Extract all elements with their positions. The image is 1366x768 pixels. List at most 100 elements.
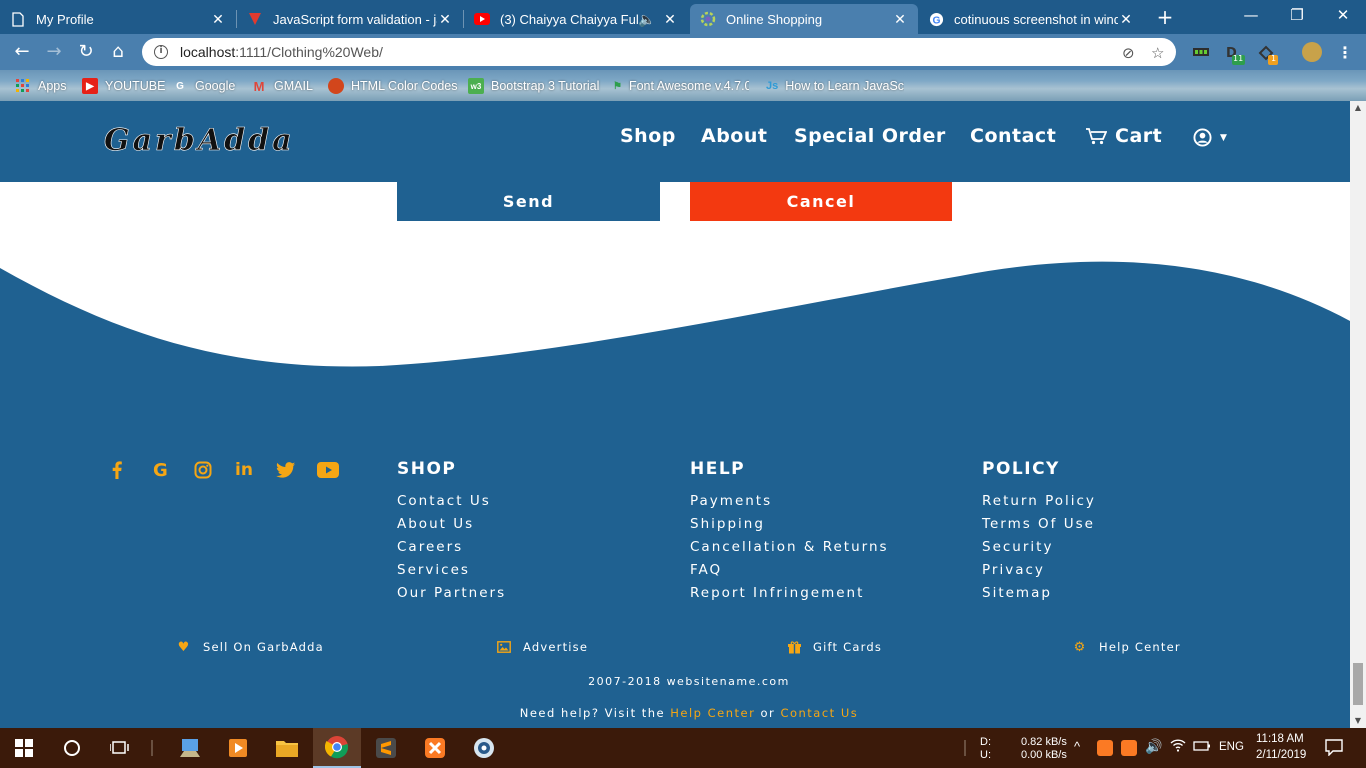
taskbar-app-chrome[interactable] — [313, 728, 361, 768]
site-logo[interactable]: GarbAdda — [104, 123, 295, 159]
taskbar-app-other[interactable] — [460, 728, 508, 768]
bookmark-html-color-codes[interactable]: HTML Color Codes — [328, 76, 458, 96]
linkedin-icon[interactable]: in — [235, 459, 276, 481]
page-scrollbar[interactable]: ▲ ▼ — [1350, 101, 1366, 728]
volume-icon[interactable]: 🔊 — [1145, 738, 1162, 755]
footer-link[interactable]: Payments — [690, 493, 889, 516]
show-hidden-icons-chevron-icon[interactable]: ^ — [1074, 739, 1080, 754]
tab-youtube[interactable]: (3) Chaiyya Chaiyya Full Vi 🔈 ✕ — [464, 4, 688, 34]
taskbar-app-xampp[interactable] — [411, 728, 459, 768]
nav-shop[interactable]: Shop — [620, 125, 676, 147]
advertise-link[interactable]: Advertise — [497, 640, 588, 654]
xampp-tray-icon-2[interactable] — [1121, 740, 1137, 756]
new-tab-button[interactable]: + — [1152, 6, 1178, 28]
forward-button[interactable]: → — [40, 39, 68, 65]
help-center-inline-link[interactable]: Help Center — [670, 706, 755, 720]
bookmarks-bar: Apps ▶ YOUTUBE G Google M GMAIL HTML Col… — [0, 70, 1366, 101]
footer-link[interactable]: Services — [397, 562, 506, 585]
footer-link[interactable]: Contact Us — [397, 493, 506, 516]
xampp-tray-icon[interactable] — [1097, 740, 1113, 756]
reload-button[interactable]: ↻ — [72, 39, 100, 65]
footer-link[interactable]: Shipping — [690, 516, 889, 539]
tab-my-profile[interactable]: My Profile ✕ — [0, 4, 236, 34]
minimize-button[interactable]: — — [1228, 0, 1274, 32]
tab-online-shopping[interactable]: Online Shopping ✕ — [690, 4, 918, 34]
taskbar-app-media[interactable] — [214, 728, 262, 768]
footer-link[interactable]: Our Partners — [397, 585, 506, 608]
nav-contact[interactable]: Contact — [970, 125, 1056, 147]
battery-icon[interactable] — [1193, 739, 1211, 756]
tab-js-validation[interactable]: JavaScript form validation - jav ✕ — [237, 4, 463, 34]
extension-icon-3[interactable]: 1 — [1258, 43, 1278, 65]
footer-link[interactable]: About Us — [397, 516, 506, 539]
footer-link[interactable]: Privacy — [982, 562, 1096, 585]
address-bar[interactable]: i localhost:1111/Clothing%20Web/ ⊘ ☆ — [142, 38, 1176, 66]
taskbar-app-sublime[interactable] — [362, 728, 410, 768]
bookmark-gmail[interactable]: M GMAIL — [251, 76, 313, 96]
youtube-icon[interactable] — [317, 459, 358, 481]
nav-about[interactable]: About — [701, 125, 767, 147]
close-icon[interactable]: ✕ — [662, 11, 678, 28]
scroll-up-arrow-icon[interactable]: ▲ — [1350, 101, 1366, 115]
send-button[interactable]: Send — [397, 182, 660, 221]
back-button[interactable]: ← — [8, 39, 36, 65]
nav-cart[interactable]: Cart — [1085, 125, 1162, 147]
copyright-text: 2007-2018 websitename.com — [588, 675, 790, 688]
extension-icon-2[interactable]: D 11 — [1224, 43, 1245, 65]
gift-cards-link[interactable]: Gift Cards — [787, 640, 882, 654]
close-icon[interactable]: ✕ — [1118, 11, 1134, 28]
instagram-icon[interactable] — [194, 459, 235, 481]
taskbar-app-desktop[interactable] — [166, 728, 214, 768]
twitter-icon[interactable] — [276, 459, 317, 481]
footer-link[interactable]: FAQ — [690, 562, 889, 585]
cancel-button[interactable]: Cancel — [690, 182, 952, 221]
footer-link[interactable]: Sitemap — [982, 585, 1096, 608]
contact-us-inline-link[interactable]: Contact Us — [780, 706, 858, 720]
bookmark-youtube[interactable]: ▶ YOUTUBE — [82, 76, 165, 96]
home-button[interactable]: ⌂ — [104, 39, 132, 65]
footer-link[interactable]: Terms Of Use — [982, 516, 1096, 539]
bookmark-learn-js[interactable]: Js How to Learn JavaScr — [766, 76, 904, 96]
menu-dots-icon[interactable]: ⋮ — [1336, 43, 1354, 62]
bookmark-bootstrap[interactable]: w3 Bootstrap 3 Tutorial — [468, 76, 599, 96]
bookmark-star-icon[interactable]: ☆ — [1151, 44, 1164, 62]
footer-link[interactable]: Return Policy — [982, 493, 1096, 516]
window-close-button[interactable]: ✕ — [1320, 0, 1366, 32]
footer-link[interactable]: Careers — [397, 539, 506, 562]
extension-icon-1[interactable] — [1192, 43, 1210, 61]
tray-divider — [964, 740, 966, 756]
google-icon[interactable]: G — [153, 459, 194, 481]
info-icon[interactable]: i — [154, 45, 168, 59]
sell-on-link[interactable]: ♥ Sell On GarbAdda — [177, 640, 324, 655]
bookmark-google[interactable]: G Google — [172, 76, 235, 96]
restore-button[interactable]: ❐ — [1274, 0, 1320, 32]
nav-special-order[interactable]: Special Order — [794, 125, 946, 147]
footer-link[interactable]: Report Infringement — [690, 585, 889, 608]
clock-date[interactable]: 2/11/2019 — [1256, 749, 1306, 761]
task-view-button[interactable] — [96, 728, 144, 768]
clock-time[interactable]: 11:18 AM — [1256, 733, 1304, 745]
facebook-icon[interactable] — [112, 459, 153, 481]
user-account-dropdown[interactable]: ▼ — [1193, 128, 1227, 147]
close-icon[interactable]: ✕ — [437, 11, 453, 28]
close-icon[interactable]: ✕ — [210, 11, 226, 28]
footer-link[interactable]: Cancellation & Returns — [690, 539, 889, 562]
blocked-content-icon[interactable]: ⊘ — [1122, 44, 1135, 62]
speaker-icon[interactable]: 🔈 — [638, 11, 655, 28]
taskbar-app-explorer[interactable] — [263, 728, 311, 768]
wifi-icon[interactable] — [1170, 738, 1186, 755]
bookmark-apps[interactable]: Apps — [15, 76, 67, 96]
profile-avatar[interactable] — [1302, 42, 1322, 62]
notification-icon[interactable] — [1325, 739, 1343, 759]
bookmark-font-awesome[interactable]: ⚑ Font Awesome v.4.7.0 — [613, 76, 749, 96]
language-indicator[interactable]: ENG — [1219, 741, 1244, 753]
close-icon[interactable]: ✕ — [892, 11, 908, 28]
web-page: GarbAdda Shop About Special Order Contac… — [0, 101, 1350, 728]
scrollbar-thumb[interactable] — [1353, 663, 1363, 705]
footer-link[interactable]: Security — [982, 539, 1096, 562]
tab-screenshot-search[interactable]: G cotinuous screenshot in windo ✕ — [918, 4, 1144, 34]
scroll-down-arrow-icon[interactable]: ▼ — [1350, 714, 1366, 728]
start-button[interactable] — [0, 728, 48, 768]
help-center-link[interactable]: ⚙ Help Center — [1073, 640, 1181, 655]
search-button[interactable] — [48, 728, 96, 768]
